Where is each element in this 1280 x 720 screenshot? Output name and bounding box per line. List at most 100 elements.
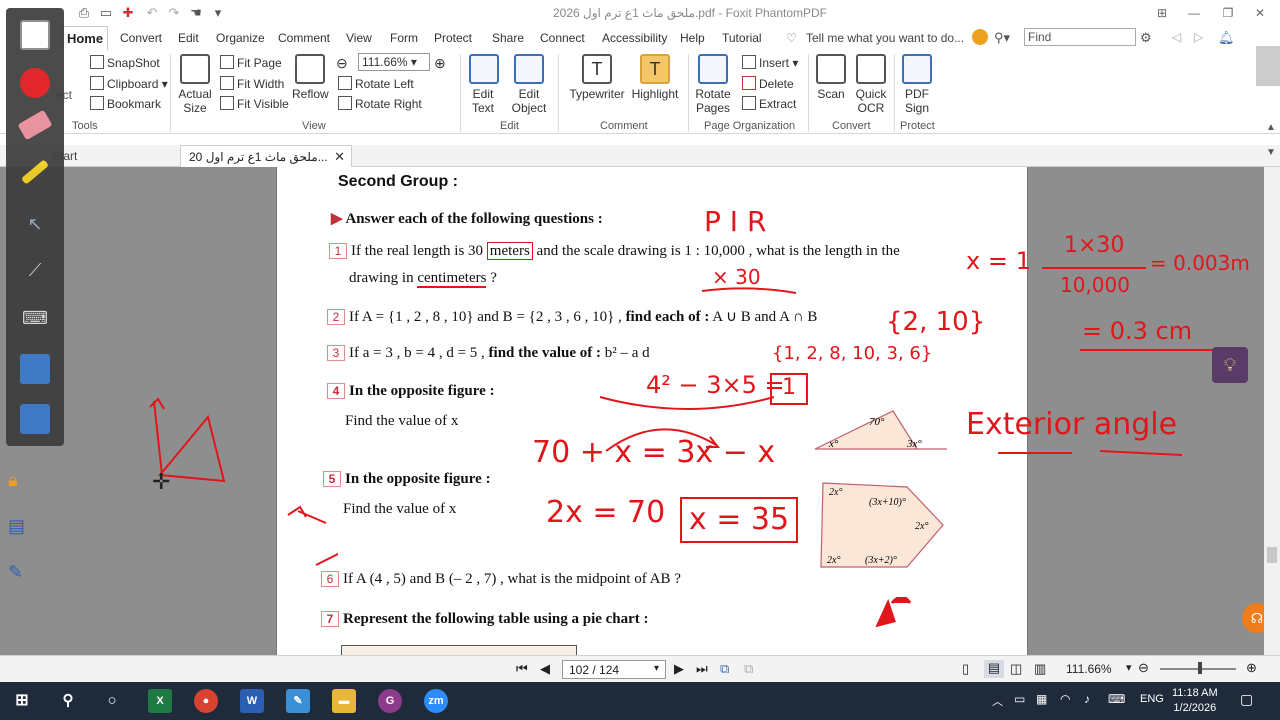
hand-icon[interactable]: ☚: [188, 5, 204, 21]
lock-icon[interactable]: 🔒︎: [8, 470, 18, 491]
edit-text-button[interactable]: Edit Text: [466, 54, 502, 115]
excel-icon[interactable]: X: [148, 689, 172, 713]
vertical-scrollbar[interactable]: [1264, 167, 1280, 655]
close-window-button[interactable]: ✕: [1250, 4, 1270, 22]
rotate-right-button[interactable]: Rotate Right: [338, 96, 422, 111]
language-indicator[interactable]: ENG: [1140, 693, 1164, 705]
highlighter-tool-icon[interactable]: [20, 159, 50, 185]
windows-start-icon[interactable]: ⊞: [10, 689, 34, 713]
volume-icon[interactable]: ♪: [1084, 692, 1090, 706]
back-arrow-icon[interactable]: ◁: [1172, 30, 1181, 44]
forward-arrow-icon[interactable]: ▷: [1194, 30, 1203, 44]
foxit-app-icon[interactable]: G: [378, 689, 402, 713]
continuous-page-icon[interactable]: ▤: [984, 660, 1004, 678]
find-input[interactable]: Find: [1024, 28, 1136, 46]
edit-object-button[interactable]: Edit Object: [506, 54, 552, 115]
rotate-pages-button[interactable]: Rotate Pages: [692, 54, 734, 115]
whiteboard-icon[interactable]: ✎: [286, 689, 310, 713]
brush-tool-icon[interactable]: ⟋: [20, 260, 50, 290]
zoom-app-icon[interactable]: zm: [424, 689, 448, 713]
menu-edit[interactable]: Edit: [178, 31, 199, 45]
menu-view[interactable]: View: [346, 31, 372, 45]
fit-page-button[interactable]: Fit Page: [220, 55, 282, 70]
single-page-icon[interactable]: ▯: [962, 661, 969, 677]
tabs-dropdown-icon[interactable]: ▼: [1266, 147, 1276, 158]
extract-button[interactable]: Extract: [742, 96, 796, 111]
zoom-dropdown-icon[interactable]: ▾: [1126, 661, 1132, 674]
menu-share[interactable]: Share: [492, 31, 524, 45]
facing-page-icon[interactable]: ◫: [1010, 661, 1022, 677]
menu-connect[interactable]: Connect: [540, 31, 585, 45]
rotate-left-button[interactable]: Rotate Left: [338, 76, 414, 91]
search-options-icon[interactable]: ⚲▾: [994, 30, 1010, 46]
menu-help[interactable]: Help: [680, 31, 705, 45]
actual-size-button[interactable]: Actual Size: [174, 54, 216, 115]
tray-chevron-icon[interactable]: ︿: [992, 693, 1003, 709]
screen-tool-icon[interactable]: [20, 354, 50, 384]
view-pages-alt-icon[interactable]: ⧉: [744, 661, 753, 677]
open-icon[interactable]: ▭: [98, 5, 114, 21]
battery-icon[interactable]: ▭: [1014, 692, 1025, 706]
zoom-slider-thumb[interactable]: [1198, 662, 1202, 674]
keyboard-icon[interactable]: ⌨: [1108, 692, 1125, 706]
search-icon[interactable]: ⚲: [56, 689, 80, 713]
zoom-in-status-icon[interactable]: ⊕: [1246, 660, 1257, 676]
action-center-icon[interactable]: ▢: [1240, 691, 1253, 708]
typewriter-button[interactable]: T Typewriter: [566, 54, 628, 101]
settings-icon[interactable]: ⚙: [1140, 30, 1152, 46]
side-panel-handle[interactable]: [1256, 46, 1280, 86]
scroll-thumb[interactable]: [1267, 547, 1277, 563]
tab-home[interactable]: Home: [62, 26, 108, 52]
whiteboard-tool-icon[interactable]: [20, 20, 50, 50]
menu-protect[interactable]: Protect: [434, 31, 472, 45]
menu-organize[interactable]: Organize: [216, 31, 265, 45]
delete-button[interactable]: Delete: [742, 76, 794, 91]
wifi-icon[interactable]: ◠: [1060, 692, 1070, 706]
tip-bulb-icon[interactable]: 💡︎: [1212, 347, 1248, 383]
view-pages-icon[interactable]: ⧉: [720, 661, 729, 677]
pdf-sign-button[interactable]: PDF Sign: [900, 54, 934, 115]
pointer-tool-icon[interactable]: ↖: [20, 214, 50, 244]
menu-form[interactable]: Form: [390, 31, 418, 45]
fit-width-button[interactable]: Fit Width: [220, 76, 284, 91]
red-pen-tool-icon[interactable]: [20, 68, 50, 98]
continuous-facing-icon[interactable]: ▥: [1034, 661, 1046, 677]
print-icon[interactable]: ⎙: [76, 5, 92, 21]
page-number-select[interactable]: 102 / 124 ▾: [562, 660, 666, 679]
tell-me-box[interactable]: Tell me what you want to do...: [806, 31, 964, 45]
qat-dropdown-icon[interactable]: ▾: [210, 5, 226, 21]
menu-accessibility[interactable]: Accessibility: [602, 31, 667, 45]
menu-tutorial[interactable]: Tutorial: [722, 31, 762, 45]
capture-tool-icon[interactable]: [20, 404, 50, 434]
chrome-icon[interactable]: ●: [194, 689, 218, 713]
save-icon[interactable]: ✚: [120, 5, 136, 21]
reflow-button[interactable]: Reflow: [292, 54, 329, 101]
scan-button[interactable]: Scan: [814, 54, 848, 101]
word-icon[interactable]: W: [240, 689, 264, 713]
notification-icon[interactable]: 🔔︎: [1218, 30, 1235, 46]
redo-icon[interactable]: ↷: [166, 5, 182, 21]
menu-comment[interactable]: Comment: [278, 31, 330, 45]
tab-document[interactable]: ملحق ماث 1ع ترم اول 20... ✕: [180, 145, 352, 167]
next-page-icon[interactable]: ▶: [674, 661, 684, 677]
highlight-button[interactable]: T Highlight: [630, 54, 680, 101]
minimize-button[interactable]: —: [1184, 4, 1204, 22]
document-viewport[interactable]: Second Group : ▶ Answer each of the foll…: [0, 167, 1272, 659]
layout-icon[interactable]: ⊞: [1152, 4, 1172, 22]
cortana-icon[interactable]: ○: [100, 689, 124, 713]
ribbon-collapse-icon[interactable]: ▲: [1266, 122, 1276, 133]
first-page-icon[interactable]: ⏮: [516, 661, 528, 677]
settings-tool-icon[interactable]: ✎: [8, 562, 23, 583]
close-tab-icon[interactable]: ✕: [334, 149, 345, 165]
fit-visible-button[interactable]: Fit Visible: [220, 96, 289, 111]
prev-page-icon[interactable]: ◀: [540, 661, 550, 677]
zoom-in-icon[interactable]: ⊕: [434, 55, 446, 72]
zoom-out-icon[interactable]: ⊖: [336, 55, 348, 72]
file-explorer-icon[interactable]: ▬: [332, 689, 356, 713]
feedback-icon[interactable]: [972, 29, 988, 45]
keyboard-tool-icon[interactable]: ⌨: [20, 308, 50, 338]
network-icon[interactable]: ▦: [1036, 692, 1047, 706]
panel-icon[interactable]: ▤: [8, 516, 25, 537]
menu-convert[interactable]: Convert: [120, 31, 162, 45]
restore-button[interactable]: ❐: [1218, 4, 1238, 22]
